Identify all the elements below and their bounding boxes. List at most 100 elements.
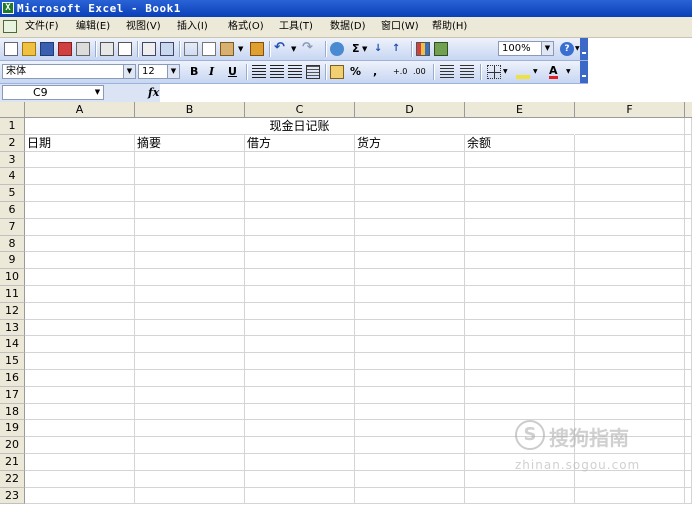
row-header-21[interactable]: 21 bbox=[0, 454, 25, 471]
toolbar-grip[interactable] bbox=[580, 38, 588, 60]
cell-b15[interactable] bbox=[135, 353, 245, 370]
insert-function-icon[interactable]: fx bbox=[148, 86, 159, 100]
cell-b21[interactable] bbox=[135, 454, 245, 471]
menu-data[interactable]: 数据(D) bbox=[330, 20, 366, 34]
cell-f6[interactable] bbox=[575, 202, 685, 219]
column-header-g[interactable] bbox=[685, 102, 692, 118]
cell-a19[interactable] bbox=[25, 420, 135, 437]
cell-g12[interactable] bbox=[685, 303, 692, 320]
menu-tools[interactable]: 工具(T) bbox=[279, 20, 313, 34]
cell-g11[interactable] bbox=[685, 286, 692, 303]
cell-b16[interactable] bbox=[135, 370, 245, 387]
excel-icon[interactable]: X bbox=[2, 2, 14, 14]
cell-e16[interactable] bbox=[465, 370, 575, 387]
open-folder-icon[interactable] bbox=[22, 42, 36, 56]
chevron-down-icon[interactable]: ▼ bbox=[92, 86, 103, 99]
header-cell-debit[interactable]: 借方 bbox=[245, 135, 355, 152]
cell-b18[interactable] bbox=[135, 404, 245, 420]
cell-a23[interactable] bbox=[25, 488, 135, 504]
cell-c13[interactable] bbox=[245, 320, 355, 336]
cell-f23[interactable] bbox=[575, 488, 685, 504]
cell-f10[interactable] bbox=[575, 269, 685, 286]
row-header-20[interactable]: 20 bbox=[0, 437, 25, 454]
cell-f2[interactable] bbox=[575, 135, 685, 152]
cell-e22[interactable] bbox=[465, 471, 575, 488]
row-header-1[interactable]: 1 bbox=[0, 118, 25, 135]
row-header-14[interactable]: 14 bbox=[0, 336, 25, 353]
decrease-indent-icon[interactable] bbox=[440, 65, 454, 79]
cell-c5[interactable] bbox=[245, 185, 355, 202]
cell-d23[interactable] bbox=[355, 488, 465, 504]
cell-g2[interactable] bbox=[685, 135, 692, 152]
cell-f22[interactable] bbox=[575, 471, 685, 488]
cell-f12[interactable] bbox=[575, 303, 685, 320]
cell-e5[interactable] bbox=[465, 185, 575, 202]
row-header-16[interactable]: 16 bbox=[0, 370, 25, 387]
cell-d20[interactable] bbox=[355, 437, 465, 454]
help-icon[interactable]: ? bbox=[560, 42, 574, 56]
cell-g3[interactable] bbox=[685, 152, 692, 168]
cell-g22[interactable] bbox=[685, 471, 692, 488]
cell-f11[interactable] bbox=[575, 286, 685, 303]
cell-c20[interactable] bbox=[245, 437, 355, 454]
column-header-a[interactable]: A bbox=[25, 102, 135, 118]
cell-f16[interactable] bbox=[575, 370, 685, 387]
cell-b4[interactable] bbox=[135, 168, 245, 185]
cell-d13[interactable] bbox=[355, 320, 465, 336]
column-header-e[interactable]: E bbox=[465, 102, 575, 118]
sort-ascending-icon[interactable]: ↓ bbox=[374, 42, 388, 56]
autosum-icon[interactable]: Σ bbox=[352, 42, 360, 56]
cell-b12[interactable] bbox=[135, 303, 245, 320]
chevron-down-icon[interactable]: ▼ bbox=[541, 42, 553, 55]
cell-g5[interactable] bbox=[685, 185, 692, 202]
cell-f13[interactable] bbox=[575, 320, 685, 336]
zoom-select[interactable]: 100% ▼ bbox=[498, 41, 554, 56]
column-header-c[interactable]: C bbox=[245, 102, 355, 118]
new-document-icon[interactable] bbox=[4, 42, 18, 56]
cell-b3[interactable] bbox=[135, 152, 245, 168]
cell-f7[interactable] bbox=[575, 219, 685, 236]
column-header-b[interactable]: B bbox=[135, 102, 245, 118]
chevron-down-icon[interactable]: ▼ bbox=[123, 65, 135, 78]
cell-e8[interactable] bbox=[465, 236, 575, 252]
cell-b6[interactable] bbox=[135, 202, 245, 219]
cell-e14[interactable] bbox=[465, 336, 575, 353]
cell-a21[interactable] bbox=[25, 454, 135, 471]
cell-b20[interactable] bbox=[135, 437, 245, 454]
cell-e9[interactable] bbox=[465, 252, 575, 269]
cell-d8[interactable] bbox=[355, 236, 465, 252]
borders-icon[interactable] bbox=[487, 65, 501, 79]
cell-a15[interactable] bbox=[25, 353, 135, 370]
cell-g19[interactable] bbox=[685, 420, 692, 437]
cell-c9[interactable] bbox=[245, 252, 355, 269]
cell-d9[interactable] bbox=[355, 252, 465, 269]
cell-c8[interactable] bbox=[245, 236, 355, 252]
copy-icon[interactable] bbox=[202, 42, 216, 56]
cell-a12[interactable] bbox=[25, 303, 135, 320]
cell-c17[interactable] bbox=[245, 387, 355, 404]
cell-g9[interactable] bbox=[685, 252, 692, 269]
cell-a16[interactable] bbox=[25, 370, 135, 387]
cell-e6[interactable] bbox=[465, 202, 575, 219]
borders-dropdown-icon[interactable]: ▼ bbox=[503, 65, 511, 79]
cell-d7[interactable] bbox=[355, 219, 465, 236]
italic-button[interactable]: I bbox=[209, 65, 214, 79]
row-header-8[interactable]: 8 bbox=[0, 236, 25, 252]
drawing-icon[interactable] bbox=[434, 42, 448, 56]
cell-b5[interactable] bbox=[135, 185, 245, 202]
cell-d10[interactable] bbox=[355, 269, 465, 286]
cell-c14[interactable] bbox=[245, 336, 355, 353]
cell-c22[interactable] bbox=[245, 471, 355, 488]
merged-title-cell[interactable]: 现金日记账 bbox=[25, 118, 574, 135]
cell-c18[interactable] bbox=[245, 404, 355, 420]
cell-f4[interactable] bbox=[575, 168, 685, 185]
cell-g13[interactable] bbox=[685, 320, 692, 336]
cell-e17[interactable] bbox=[465, 387, 575, 404]
cell-b7[interactable] bbox=[135, 219, 245, 236]
formula-input[interactable] bbox=[160, 84, 692, 102]
save-icon[interactable] bbox=[40, 42, 54, 56]
cell-e10[interactable] bbox=[465, 269, 575, 286]
cell-c11[interactable] bbox=[245, 286, 355, 303]
cell-b8[interactable] bbox=[135, 236, 245, 252]
toolbar-grip[interactable] bbox=[580, 61, 588, 83]
